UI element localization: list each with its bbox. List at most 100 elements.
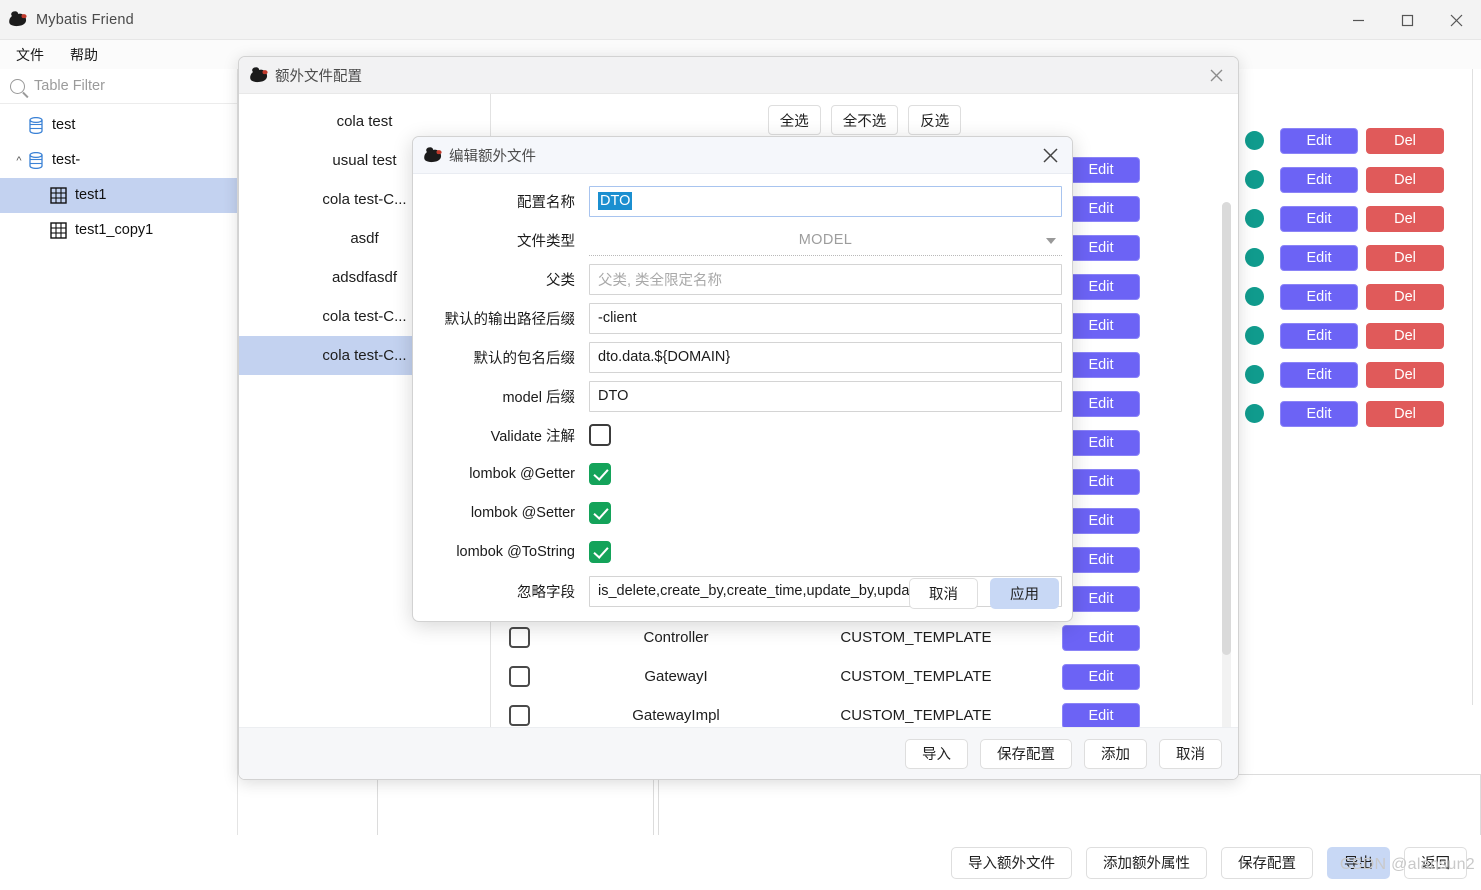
validate-checkbox[interactable] <box>589 424 611 446</box>
parent-class-placeholder: 父类, 类全限定名称 <box>598 272 723 289</box>
lombok-getter-checkbox[interactable] <box>589 463 611 485</box>
row-edit-button[interactable]: Edit <box>1062 624 1140 651</box>
tree-item-label: test- <box>52 152 81 169</box>
background-del-button[interactable]: Del <box>1366 322 1444 349</box>
background-edit-button[interactable]: Edit <box>1280 166 1358 193</box>
edit-cancel-button[interactable]: 取消 <box>909 578 978 609</box>
edit-extra-file-actions: 取消 应用 <box>909 578 1059 609</box>
background-del-button[interactable]: Del <box>1366 166 1444 193</box>
background-del-button[interactable]: Del <box>1366 361 1444 388</box>
deselect-all-button[interactable]: 全不选 <box>830 105 899 135</box>
maximize-icon[interactable] <box>1383 0 1432 40</box>
window-controls <box>1334 0 1481 40</box>
background-edit-button[interactable]: Edit <box>1280 400 1358 427</box>
row-checkbox[interactable] <box>509 705 530 726</box>
row-edit-button[interactable]: Edit <box>1062 663 1140 690</box>
background-edit-button[interactable]: Edit <box>1280 283 1358 310</box>
tree-item-test1[interactable]: ^ test1 <box>0 178 237 213</box>
row-edit-button[interactable]: Edit <box>1062 390 1140 417</box>
background-edit-button[interactable]: Edit <box>1280 244 1358 271</box>
row-checkbox[interactable] <box>509 627 530 648</box>
edit-apply-button[interactable]: 应用 <box>990 578 1059 609</box>
save-config-button[interactable]: 保存配置 <box>1221 846 1313 879</box>
background-del-button[interactable]: Del <box>1366 127 1444 154</box>
row-edit-button[interactable]: Edit <box>1062 546 1140 573</box>
output-path-suffix-input[interactable]: -client <box>589 302 1062 334</box>
import-button[interactable]: 导入 <box>905 738 968 769</box>
row-edit-button[interactable]: Edit <box>1062 468 1140 495</box>
row-edit-button[interactable]: Edit <box>1062 156 1140 183</box>
lombok-setter-checkbox[interactable] <box>589 502 611 524</box>
package-suffix-input[interactable]: dto.data.${DOMAIN} <box>589 341 1062 373</box>
config-list-item-label: cola test-C... <box>322 191 407 208</box>
invert-selection-button[interactable]: 反选 <box>908 105 962 135</box>
close-icon[interactable] <box>1028 137 1072 174</box>
row-edit-button[interactable]: Edit <box>1062 195 1140 222</box>
field-label: lombok @ToString <box>456 544 575 560</box>
model-suffix-input[interactable]: DTO <box>589 380 1062 412</box>
row-edit-button[interactable]: Edit <box>1062 312 1140 339</box>
table-icon <box>50 222 67 239</box>
field-label: 文件类型 <box>517 233 575 250</box>
field-lombok-setter: lombok @Setter <box>423 496 1062 530</box>
save-config-button[interactable]: 保存配置 <box>980 738 1072 769</box>
row-edit-button[interactable]: Edit <box>1062 429 1140 456</box>
field-lombok-getter: lombok @Getter <box>423 457 1062 491</box>
parent-class-input[interactable]: 父类, 类全限定名称 <box>589 263 1062 295</box>
import-extra-file-button[interactable]: 导入额外文件 <box>951 846 1072 879</box>
background-edit-button[interactable]: Edit <box>1280 205 1358 232</box>
close-icon[interactable] <box>1194 57 1238 94</box>
background-edit-button[interactable]: Edit <box>1280 361 1358 388</box>
background-del-button[interactable]: Del <box>1366 205 1444 232</box>
row-edit-button[interactable]: Edit <box>1062 273 1140 300</box>
field-label: Validate 注解 <box>490 428 575 445</box>
background-edit-button[interactable]: Edit <box>1280 127 1358 154</box>
tree-item-test-dash[interactable]: ^ test- <box>0 143 237 178</box>
field-config-name: 配置名称 DTO <box>423 184 1062 218</box>
export-button[interactable]: 导出 <box>1327 846 1390 879</box>
minimize-icon[interactable] <box>1334 0 1383 40</box>
background-del-button[interactable]: Del <box>1366 244 1444 271</box>
row-edit-button[interactable]: Edit <box>1062 234 1140 261</box>
file-type-select[interactable]: MODEL <box>589 225 1062 256</box>
field-parent-class: 父类 父类, 类全限定名称 <box>423 262 1062 296</box>
config-list-item-label: cola test-C... <box>322 308 407 325</box>
close-icon[interactable] <box>1432 0 1481 40</box>
config-list-item-label: cola test-C... <box>322 347 407 364</box>
status-dot-icon <box>1245 170 1264 189</box>
back-button[interactable]: 返回 <box>1404 846 1467 879</box>
row-edit-button[interactable]: Edit <box>1062 702 1140 727</box>
select-all-button[interactable]: 全选 <box>767 105 821 135</box>
cancel-button[interactable]: 取消 <box>1159 738 1222 769</box>
row-edit-button[interactable]: Edit <box>1062 507 1140 534</box>
menu-item-file[interactable]: 文件 <box>6 45 54 65</box>
sidebar: Table Filter ^ test ^ <box>0 69 238 890</box>
tree-item-test1-copy1[interactable]: ^ test1_copy1 <box>0 213 237 248</box>
row-edit-button[interactable]: Edit <box>1062 351 1140 378</box>
background-del-button[interactable]: Del <box>1366 400 1444 427</box>
table-filter-input[interactable]: Table Filter <box>34 78 105 94</box>
background-del-button[interactable]: Del <box>1366 283 1444 310</box>
status-dot-icon <box>1245 131 1264 150</box>
lombok-tostring-checkbox[interactable] <box>589 541 611 563</box>
field-model-suffix: model 后缀 DTO <box>423 379 1062 413</box>
chevron-up-icon[interactable]: ^ <box>10 155 28 167</box>
tree-item-test[interactable]: ^ test <box>0 108 237 143</box>
add-extra-property-button[interactable]: 添加额外属性 <box>1086 846 1207 879</box>
row-name: GatewayImpl <box>632 707 720 724</box>
table-filter-row[interactable]: Table Filter <box>0 69 237 104</box>
row-edit-button[interactable]: Edit <box>1062 585 1140 612</box>
row-checkbox[interactable] <box>509 666 530 687</box>
background-edit-button[interactable]: Edit <box>1280 322 1358 349</box>
template-row: Controller CUSTOM_TEMPLATE Edit <box>491 618 1238 657</box>
menu-item-help[interactable]: 帮助 <box>60 45 108 65</box>
status-dot-icon <box>1245 365 1264 384</box>
add-button[interactable]: 添加 <box>1084 738 1147 769</box>
field-validate: Validate 注解 <box>423 418 1062 452</box>
config-name-input[interactable]: DTO <box>589 185 1062 217</box>
lombok-getter-checkbox-wrap <box>589 463 1062 485</box>
lombok-setter-checkbox-wrap <box>589 502 1062 524</box>
global-footer: 导入额外文件 添加额外属性 保存配置 导出 返回 <box>0 835 1481 890</box>
package-suffix-value: dto.data.${DOMAIN} <box>598 349 731 365</box>
field-package-suffix: 默认的包名后缀 dto.data.${DOMAIN} <box>423 340 1062 374</box>
